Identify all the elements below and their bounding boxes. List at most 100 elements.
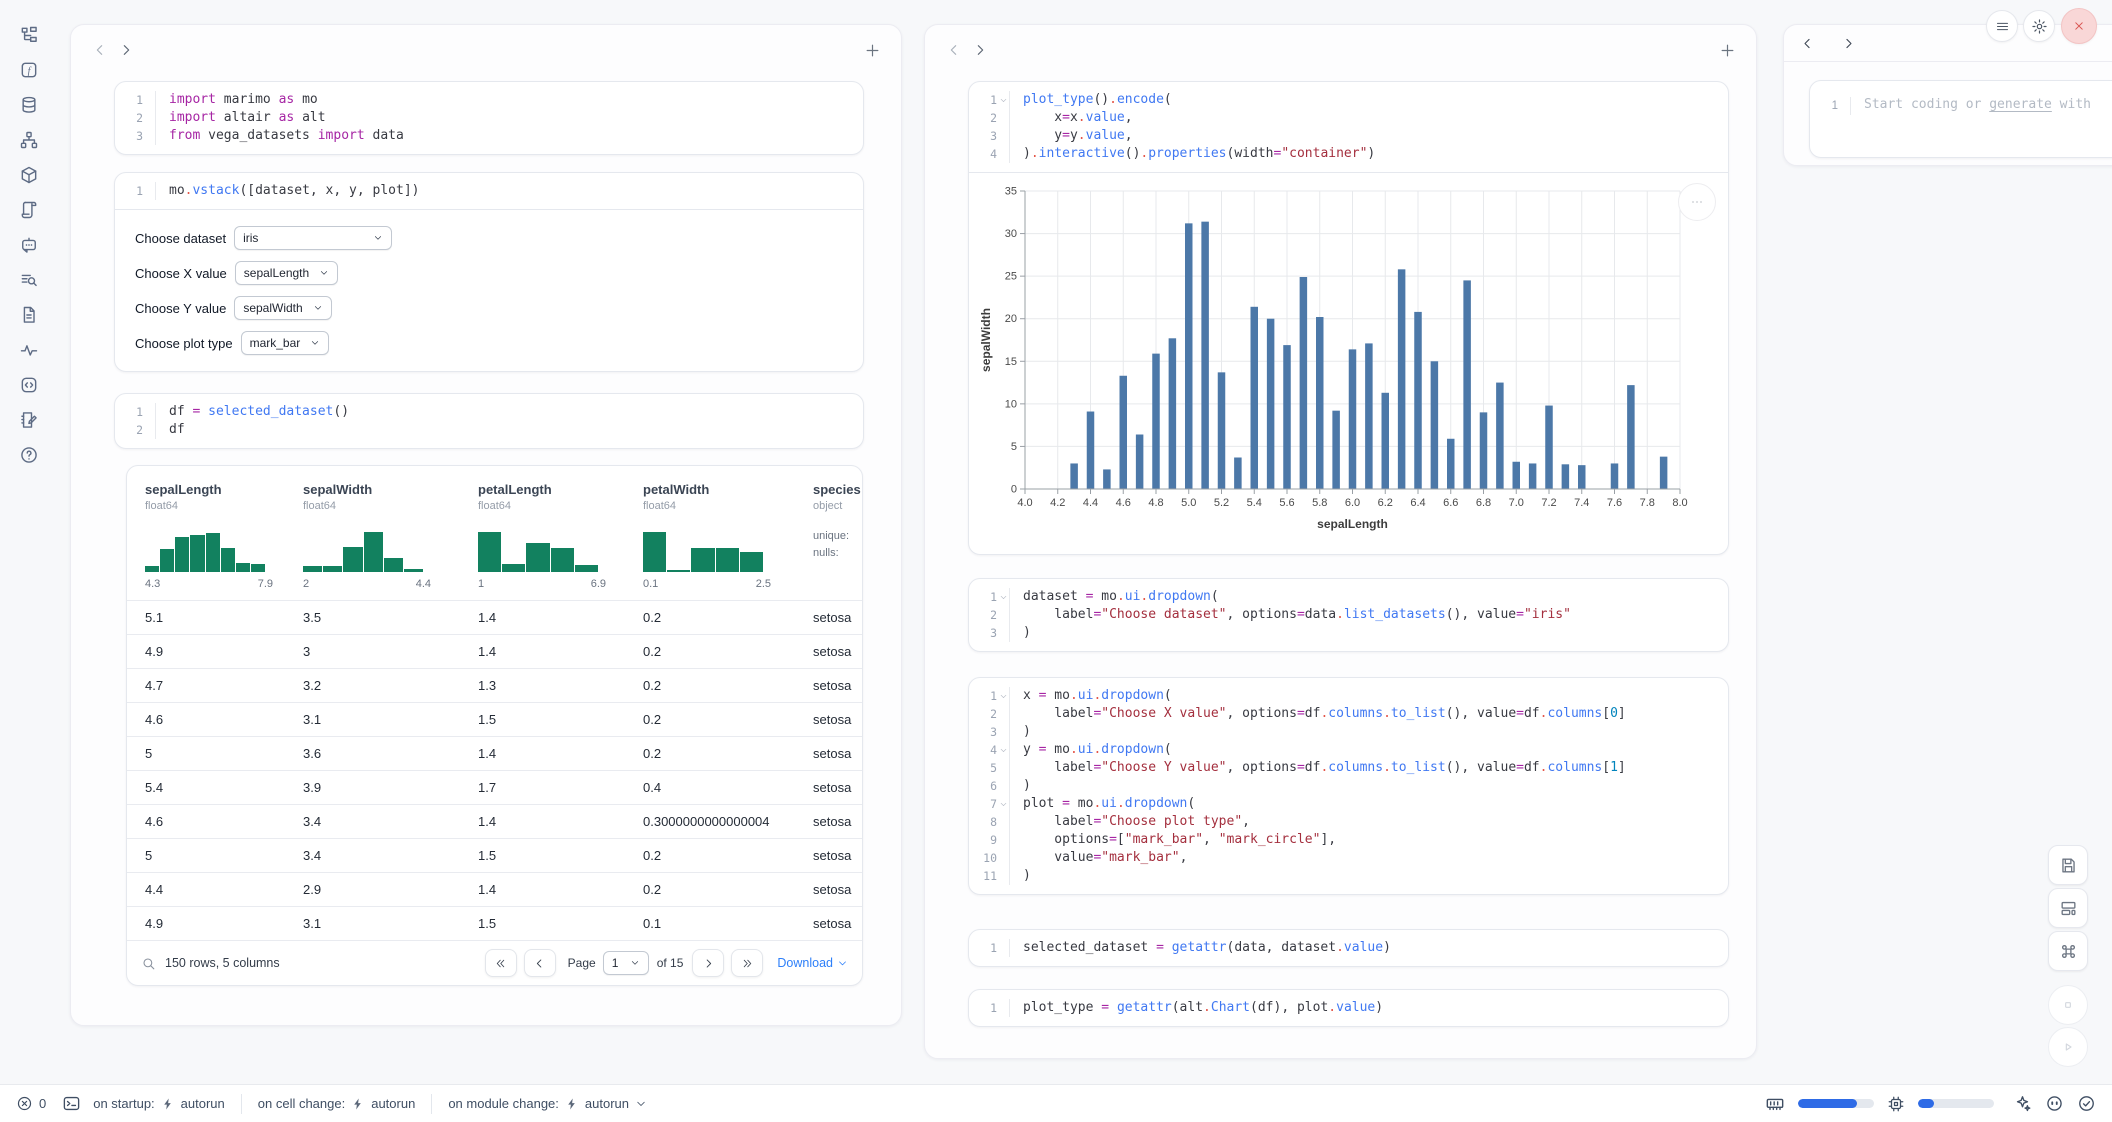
documentation-icon[interactable] [19,305,39,325]
cell-vstack[interactable]: 1mo.vstack([dataset, x, y, plot]) Choose… [114,172,864,372]
nav-back-icon[interactable] [941,37,967,63]
code-line[interactable]: 1selected_dataset = getattr(data, datase… [969,939,1728,957]
table-row[interactable]: 53.61.40.2setosa [127,736,862,770]
cell-df[interactable]: 1df = selected_dataset()2df [114,393,864,449]
code-line[interactable]: 2 label="Choose X value", options=df.col… [969,705,1728,723]
table-row[interactable]: 4.42.91.40.2setosa [127,872,862,906]
table-row[interactable]: 4.63.11.50.2setosa [127,702,862,736]
close-button[interactable] [2061,8,2097,44]
code-line[interactable]: 1plot_type = getattr(alt.Chart(df), plot… [969,999,1728,1017]
plot-type-select[interactable]: mark_bar [241,331,330,355]
code-line[interactable]: 4y = mo.ui.dropdown( [969,741,1728,759]
code-line[interactable]: 1x = mo.ui.dropdown( [969,687,1728,705]
chart-actions-button[interactable] [1678,183,1716,221]
code-line[interactable]: 3) [969,624,1728,642]
code-line[interactable]: 3) [969,723,1728,741]
code-text: import marimo as mo [156,91,318,109]
table-row[interactable]: 4.931.40.2setosa [127,634,862,668]
menu-button[interactable] [1986,10,2018,42]
code-line[interactable]: 6) [969,777,1728,795]
nav-forward-icon[interactable] [113,37,139,63]
code-line[interactable]: 1plot_type().encode( [969,91,1728,109]
code-line[interactable]: 2df [115,421,863,439]
package-icon[interactable] [19,165,39,185]
nav-back-icon[interactable] [1800,36,1815,51]
page-select[interactable]: 1 [603,951,649,975]
code-line[interactable]: 2import altair as alt [115,109,863,127]
settings-button[interactable] [2023,10,2055,42]
ai-chat-icon[interactable] [19,235,39,255]
cell-selected-dataset[interactable]: 1selected_dataset = getattr(data, datase… [968,929,1729,967]
scratchpad-cell[interactable]: 1 Start coding or generate with [1809,80,2112,158]
table-row[interactable]: 5.43.91.70.4setosa [127,770,862,804]
connection-status-icon[interactable] [2077,1094,2096,1113]
code-line[interactable]: 3 y=y.value, [969,127,1728,145]
snippets-icon[interactable] [19,375,39,395]
command-palette-button[interactable] [2048,931,2088,971]
prev-page-button[interactable] [524,949,556,977]
cell-imports[interactable]: 1import marimo as mo2import altair as al… [114,81,864,155]
y-value-select[interactable]: sepalWidth [234,296,331,320]
cell-xy-plot-dropdowns[interactable]: 1x = mo.ui.dropdown(2 label="Choose X va… [968,677,1729,895]
next-page-button[interactable] [692,949,724,977]
scratchpad-icon[interactable] [19,410,39,430]
code-line[interactable]: 10 value="mark_bar", [969,849,1728,867]
code-line[interactable]: 5 label="Choose Y value", options=df.col… [969,759,1728,777]
error-indicator[interactable]: 0 [16,1095,46,1112]
table-row[interactable]: 5.13.51.40.2setosa [127,600,862,634]
code-line[interactable]: 2 label="Choose dataset", options=data.l… [969,606,1728,624]
last-page-button[interactable] [731,949,763,977]
code-line[interactable]: 7plot = mo.ui.dropdown( [969,795,1728,813]
add-cell-button[interactable] [1714,37,1740,63]
dependency-graph-icon[interactable] [19,130,39,150]
x-value-row: Choose X valuesepalLength [135,261,843,285]
code-line[interactable]: 9 options=["mark_bar", "mark_circle"], [969,831,1728,849]
table-row[interactable]: 4.63.41.40.3000000000000004setosa [127,804,862,838]
code-line[interactable]: 1mo.vstack([dataset, x, y, plot]) [115,182,863,200]
nav-back-icon[interactable] [87,37,113,63]
autorun-toggle-1[interactable]: on cell change:autorun [258,1096,416,1111]
ai-sparkles-icon[interactable] [2013,1094,2032,1113]
run-button[interactable] [2048,1027,2088,1067]
layout-button[interactable] [2048,888,2088,928]
table-row[interactable]: 4.93.11.50.1setosa [127,906,862,940]
stop-button[interactable] [2048,985,2088,1025]
search-icon[interactable] [141,956,156,971]
help-icon[interactable] [19,445,39,465]
dataset-select[interactable]: iris [234,226,392,250]
cell-plot-type[interactable]: 1plot_type = getattr(alt.Chart(df), plot… [968,989,1729,1027]
nav-forward-icon[interactable] [1841,36,1856,51]
cell-plot[interactable]: 1plot_type().encode(2 x=x.value,3 y=y.va… [968,81,1729,555]
altair-chart[interactable]: 4.04.24.44.64.85.05.25.45.65.86.06.26.46… [979,183,1722,540]
x-value-select[interactable]: sepalLength [235,261,338,285]
editor-placeholder[interactable]: Start coding or generate with [1851,97,2091,112]
autorun-toggle-0[interactable]: on startup:autorun [93,1096,225,1111]
add-cell-button[interactable] [859,37,885,63]
code-line[interactable]: 1df = selected_dataset() [115,403,863,421]
first-page-button[interactable] [485,949,517,977]
code-line[interactable]: 1import marimo as mo [115,91,863,109]
download-button[interactable]: Download [777,956,848,970]
tracer-icon[interactable] [19,270,39,290]
code-line[interactable]: 4).interactive().properties(width="conta… [969,145,1728,163]
logs-icon[interactable] [19,200,39,220]
database-icon[interactable] [19,95,39,115]
save-button[interactable] [2048,845,2088,885]
code-line[interactable]: 2 x=x.value, [969,109,1728,127]
code-line[interactable]: 3from vega_datasets import data [115,127,863,145]
function-icon[interactable]: f [19,60,39,80]
code-line[interactable]: 8 label="Choose plot type", [969,813,1728,831]
table-row[interactable]: 53.41.50.2setosa [127,838,862,872]
svg-text:5.0: 5.0 [1181,497,1196,509]
autorun-toggle-2[interactable]: on module change:autorun [448,1096,647,1111]
code-line[interactable]: 1dataset = mo.ui.dropdown( [969,588,1728,606]
cell-dataset-dropdown[interactable]: 1dataset = mo.ui.dropdown(2 label="Choos… [968,578,1729,652]
copilot-icon[interactable] [2045,1094,2064,1113]
generate-link[interactable]: generate [1989,97,2052,112]
nav-forward-icon[interactable] [967,37,993,63]
file-tree-icon[interactable] [19,25,39,45]
terminal-icon[interactable] [62,1094,81,1113]
table-row[interactable]: 4.73.21.30.2setosa [127,668,862,702]
profiler-icon[interactable] [19,340,39,360]
code-line[interactable]: 11) [969,867,1728,885]
